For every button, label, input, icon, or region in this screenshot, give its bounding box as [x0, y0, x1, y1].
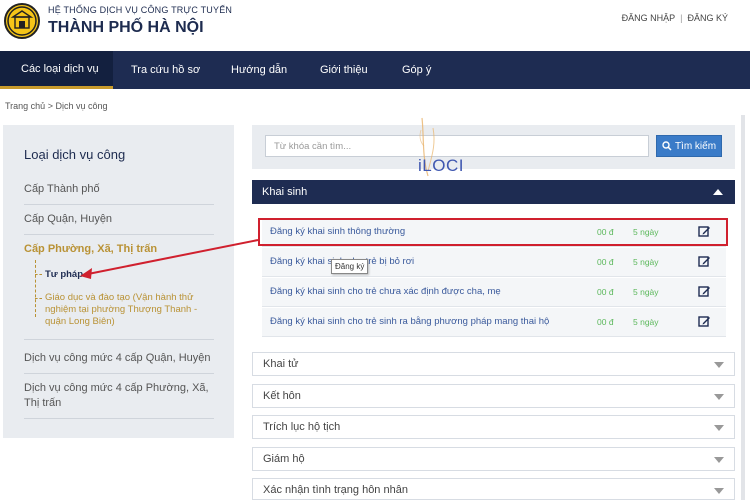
- auth-separator: |: [680, 13, 683, 23]
- sidebar-item-level4-district[interactable]: Dịch vụ công mức 4 cấp Quận, Huyện: [24, 351, 214, 366]
- sidebar-divider: [24, 373, 214, 374]
- breadcrumb-home[interactable]: Trang chủ: [5, 101, 45, 111]
- main-nav: Các loại dịch vụ Tra cứu hồ sơ Hướng dẫn…: [0, 51, 750, 89]
- category-label: Trích lục hộ tịch: [263, 421, 341, 433]
- tree-connector: [35, 298, 42, 299]
- breadcrumb-current: Dịch vụ công: [55, 101, 108, 111]
- service-row[interactable]: Đăng ký khai sinh cho trẻ chưa xác định …: [262, 278, 726, 307]
- sidebar-divider: [24, 418, 214, 419]
- category-civil-extract[interactable]: Trích lục hộ tịch: [252, 415, 735, 439]
- service-type-sidebar: Loại dịch vụ công Cấp Thành phố Cấp Quận…: [3, 125, 234, 438]
- site-title[interactable]: THÀNH PHỐ HÀ NỘI: [48, 19, 204, 37]
- nav-item-lookup[interactable]: Tra cứu hồ sơ: [131, 51, 200, 89]
- nav-item-feedback[interactable]: Góp ý: [402, 51, 431, 89]
- site-subtitle: HỆ THỐNG DỊCH VỤ CÔNG TRỰC TUYẾN: [48, 5, 233, 15]
- service-name[interactable]: Đăng ký khai sinh cho trẻ bị bỏ rơi: [270, 256, 570, 267]
- category-label: Giám hộ: [263, 453, 305, 465]
- service-fee: 00 đ: [597, 317, 614, 327]
- category-header-label: Khai sinh: [262, 186, 308, 198]
- nav-item-guide[interactable]: Hướng dẫn: [231, 51, 287, 89]
- breadcrumb-separator: >: [47, 101, 53, 111]
- caret-down-icon: [714, 362, 724, 368]
- highlight-box: [258, 218, 728, 246]
- register-tooltip: Đăng ký: [331, 259, 369, 274]
- sidebar-divider: [24, 204, 214, 205]
- sidebar-divider: [24, 234, 214, 235]
- caret-down-icon: [714, 457, 724, 463]
- auth-links: ĐĂNG NHẬP | ĐĂNG KÝ: [622, 13, 728, 23]
- tree-connector: [35, 274, 42, 275]
- breadcrumb: Trang chủ > Dịch vụ công: [5, 101, 108, 111]
- service-name[interactable]: Đăng ký khai sinh cho trẻ sinh ra bằng p…: [270, 316, 570, 327]
- sidebar-subitem-education[interactable]: Giáo dục và đào tạo (Vận hành thử nghiệm…: [45, 292, 215, 328]
- sidebar-item-ward-level[interactable]: Cấp Phường, Xã, Thị trấn: [24, 242, 214, 257]
- register-edit-icon[interactable]: [698, 315, 711, 328]
- sidebar-item-district-level[interactable]: Cấp Quận, Huyện: [24, 212, 214, 227]
- caret-down-icon: [714, 425, 724, 431]
- service-row[interactable]: Đăng ký khai sinh cho trẻ sinh ra bằng p…: [262, 308, 726, 337]
- category-guardianship[interactable]: Giám hộ: [252, 447, 735, 471]
- nav-item-service-types[interactable]: Các loại dịch vụ: [0, 51, 113, 89]
- sidebar-item-level4-ward[interactable]: Dịch vụ công mức 4 cấp Phường, Xã, Thị t…: [24, 381, 214, 411]
- login-link[interactable]: ĐĂNG NHẬP: [622, 13, 676, 23]
- search-icon: [662, 141, 672, 151]
- caret-down-icon: [714, 488, 724, 494]
- category-death[interactable]: Khai tử: [252, 352, 735, 376]
- caret-up-icon: [713, 189, 723, 195]
- search-button-label: Tìm kiếm: [674, 140, 717, 152]
- sidebar-item-city-level[interactable]: Cấp Thành phố: [24, 182, 214, 197]
- tree-connector: [35, 260, 36, 317]
- category-marital-status[interactable]: Xác nhận tình trạng hôn nhân: [252, 478, 735, 500]
- category-marriage[interactable]: Kết hôn: [252, 384, 735, 408]
- service-name[interactable]: Đăng ký khai sinh cho trẻ chưa xác định …: [270, 286, 570, 297]
- register-link[interactable]: ĐĂNG KÝ: [687, 13, 728, 23]
- hanoi-emblem-logo[interactable]: [4, 3, 40, 39]
- service-fee: 00 đ: [597, 287, 614, 297]
- nav-item-about[interactable]: Giới thiệu: [320, 51, 368, 89]
- category-label: Khai tử: [263, 358, 299, 370]
- register-edit-icon[interactable]: [698, 285, 711, 298]
- caret-down-icon: [714, 394, 724, 400]
- service-duration: 5 ngày: [633, 287, 659, 297]
- category-label: Xác nhận tình trạng hôn nhân: [263, 484, 408, 496]
- page-scrollbar[interactable]: [741, 115, 745, 500]
- sidebar-title: Loại dịch vụ công: [24, 147, 126, 162]
- search-button[interactable]: Tìm kiếm: [656, 135, 722, 157]
- sidebar-subitem-justice[interactable]: Tư pháp: [45, 269, 215, 281]
- search-panel: Tìm kiếm: [252, 125, 735, 169]
- site-header: HỆ THỐNG DỊCH VỤ CÔNG TRỰC TUYẾN THÀNH P…: [0, 0, 750, 50]
- category-header-birth[interactable]: Khai sinh: [252, 180, 735, 204]
- sidebar-divider: [24, 339, 214, 340]
- category-label: Kết hôn: [263, 390, 301, 402]
- watermark-text: iLOCI: [418, 156, 464, 175]
- service-duration: 5 ngày: [633, 317, 659, 327]
- register-edit-icon[interactable]: [698, 255, 711, 268]
- service-duration: 5 ngày: [633, 257, 659, 267]
- service-fee: 00 đ: [597, 257, 614, 267]
